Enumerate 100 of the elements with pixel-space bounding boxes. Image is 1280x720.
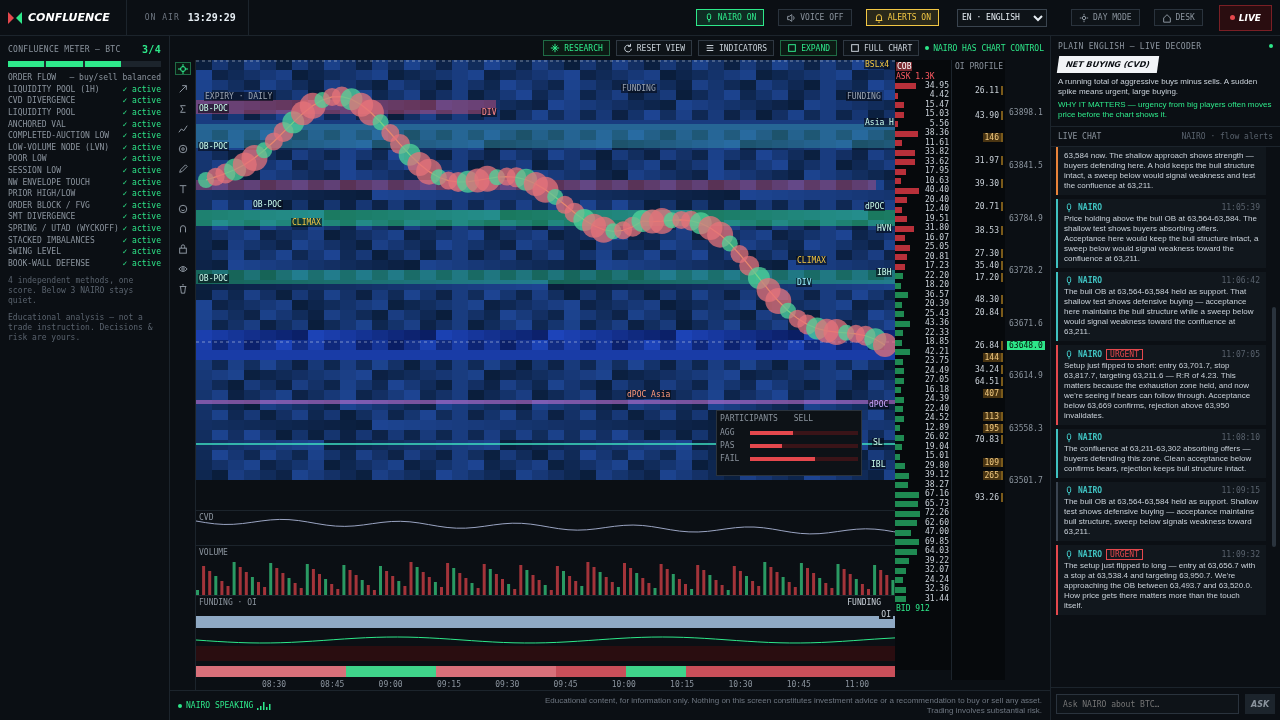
bid-bar: [895, 320, 911, 327]
disclaimer: Educational content, for information only. Nothing on this screen constitutes investment advice or a recommendation to buy or sell any asset. Trading involves substantial risk.: [544, 695, 1042, 716]
chart-label: FUNDING: [621, 84, 657, 93]
term-badge: NET BUYING (CVD): [1056, 56, 1159, 73]
mic-icon: [1064, 549, 1074, 560]
bid-size: 69.85: [924, 537, 949, 546]
time-label: 09:00: [378, 680, 403, 689]
chart-toolbar-button[interactable]: RESEARCH: [543, 40, 610, 56]
bid-bar: [895, 434, 905, 441]
time-label: 10:00: [611, 680, 636, 689]
bid-bar: [895, 358, 904, 365]
bid-size: 32.07: [924, 566, 949, 575]
price-label: 63501.7: [1009, 476, 1043, 485]
ask-bar: [895, 83, 916, 89]
bid-size: 39.12: [924, 471, 949, 480]
ask-bar: [895, 254, 908, 260]
trend-icon: [177, 123, 188, 134]
time-label: 09:30: [495, 680, 520, 689]
method-status: ✓ active: [122, 235, 161, 245]
bid-size: 15.01: [924, 452, 949, 461]
bid-size: 26.02: [924, 433, 949, 442]
price-label: 63728.2: [1009, 266, 1043, 275]
ask-size: 17.95: [924, 167, 949, 176]
chart-label: IBH: [876, 268, 893, 277]
toggle-button[interactable]: VOICE OFF: [778, 9, 852, 26]
scrollbar[interactable]: [1272, 307, 1276, 547]
bid-bar: [895, 377, 905, 384]
ask-size: 15.03: [924, 110, 949, 119]
pane-title: VOLUME: [199, 548, 228, 557]
bid-size: 38.27: [924, 480, 949, 489]
ask-size: 20.81: [924, 252, 949, 261]
ask-size: 33.62: [924, 157, 949, 166]
bid-size: 42.21: [924, 347, 949, 356]
ask-size: 31.80: [924, 224, 949, 233]
chart-toolbar-button[interactable]: INDICATORS: [697, 40, 775, 56]
method-status: ✓ active: [122, 247, 161, 257]
toggle-button[interactable]: NAIRO ON: [695, 9, 765, 26]
mode-button[interactable]: DESK: [1153, 9, 1203, 26]
message-text: The bull OB at 63,564-63,584 held as support. Shallow test shows defensive buying — acceptance maintains bull structure, sweep below signals weakness toward 63,211.: [1064, 497, 1260, 537]
control-status: NAIRO HAS CHART CONTROL: [933, 43, 1044, 53]
bid-bar: [895, 472, 909, 479]
bid-total: BID 912: [896, 604, 930, 613]
ask-bar: [895, 159, 916, 165]
chart-toolbar-button[interactable]: EXPAND: [780, 40, 838, 56]
oi-value: 26.11: [972, 86, 1003, 95]
mode-button[interactable]: DAY MODE: [1071, 9, 1140, 26]
time-label: 09:15: [436, 680, 461, 689]
bid-bar: [895, 311, 904, 317]
message-author: NAIRO: [1078, 349, 1103, 360]
bid-size: 67.16: [924, 490, 949, 499]
bell-icon: [873, 12, 884, 23]
ask-button[interactable]: ASK: [1245, 694, 1275, 714]
chart-toolbar-button[interactable]: FULL CHART: [843, 40, 920, 56]
mic-icon: [1064, 486, 1074, 496]
pane-title: FUNDING · OI: [199, 598, 257, 607]
chat-input[interactable]: Ask NAIRO about BTC…: [1056, 694, 1239, 714]
bid-size: 24.39: [924, 395, 949, 404]
chart-label: FUNDING: [846, 92, 882, 101]
toggle-button[interactable]: ALERTS ON: [865, 9, 939, 26]
bid-bar: [895, 282, 902, 289]
message-time: 11:07:05: [1221, 349, 1260, 360]
bid-size: 24.49: [924, 366, 949, 375]
bid-bar: [895, 463, 906, 469]
bid-size: 47.00: [924, 528, 949, 537]
bid-bar: [895, 425, 900, 431]
message-author: NAIRO: [1078, 549, 1103, 560]
drawing-tool[interactable]: [174, 62, 191, 75]
method-label: COMPLETED-AUCTION LOW: [8, 131, 110, 141]
oi-value: 34.24: [972, 365, 1003, 374]
message-text: The bull OB at 63,564-63,584 held as support. That shallow test shows defensive buying — acceptance here maintains the bull structure while a sweep below would signal weakness toward the confluence at 63,211.: [1064, 287, 1255, 337]
ask-size: 4.42: [929, 91, 949, 100]
message-text: The setup just flipped to long — entry at 63,656.7 with a stop at 63,538.4 and targeting 63,950.7. We're approaching the OB between 63,493.7 and 63,520.0. How price gets there matters more than the touch itself.: [1064, 561, 1257, 611]
meter-title: CONFLUENCE METER — BTC: [8, 45, 121, 54]
bid-size: 19.04: [924, 442, 949, 451]
method-label: LIQUIDITY POOL: [8, 108, 76, 118]
chart-label: CLIMAX: [796, 256, 827, 265]
chart-toolbar-button[interactable]: RESET VIEW: [615, 40, 692, 56]
bid-size: 64.03: [924, 547, 949, 556]
bid-bar: [895, 539, 920, 545]
ask-bar: [895, 121, 899, 127]
live-button[interactable]: LIVE: [1218, 4, 1272, 31]
message-author: NAIRO: [1078, 433, 1103, 443]
message-text: The confluence at 63,211-63,302 absorbing offers — buyers defending this zone. Clean acceptance below confirms bears, rejection keeps bull structure intact.: [1064, 444, 1253, 474]
mic-icon: [1064, 349, 1074, 360]
message-time: 11:05:39: [1221, 203, 1260, 213]
ask-size: 11.61: [924, 138, 949, 147]
bid-bar: [895, 339, 902, 346]
chart-label: DIV: [796, 278, 813, 287]
method-status: ✓ active: [122, 166, 161, 176]
language-select[interactable]: EN · ENGLISH: [957, 8, 1047, 27]
time-label: 10:45: [786, 680, 811, 689]
method-label: SPRING / UTAD (WYCKOFF): [8, 224, 119, 233]
status-dot: [925, 46, 930, 50]
oi-value: 64.51: [972, 377, 1003, 386]
ask-bar: [895, 149, 916, 156]
ask-bar: [895, 111, 904, 118]
ask-bar: [895, 206, 903, 213]
speaking-dot: [178, 703, 182, 708]
ask-size: 25.05: [924, 243, 949, 252]
speaker-icon: [786, 12, 797, 23]
